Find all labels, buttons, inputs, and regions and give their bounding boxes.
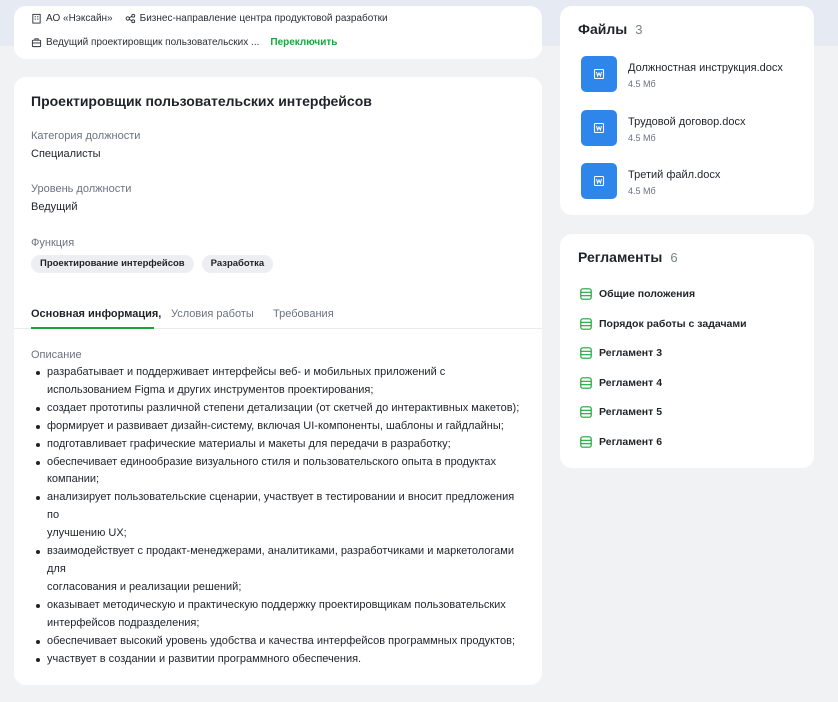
position-row: Ведущий проектировщик пользовательских .… xyxy=(31,37,337,48)
tab-main-info[interactable]: Основная информация, xyxy=(31,308,161,320)
regulation-label: Общие положения xyxy=(599,288,696,300)
regulation-item[interactable]: Порядок работы с задачами xyxy=(580,318,747,330)
description-line: улучшению UX; xyxy=(47,527,127,540)
description-line: компании; xyxy=(47,473,100,486)
description-line: согласования и реализации решений; xyxy=(47,580,242,593)
files-header: Файлы 3 xyxy=(578,21,642,37)
description-line: разрабатывает и поддерживает интерфейсы … xyxy=(47,366,446,378)
description-line: обеспечивает высокий уровень удобства и … xyxy=(47,634,515,647)
building-icon xyxy=(31,13,42,24)
file-name: Должностная инструкция.docx xyxy=(628,62,783,74)
regulation-list-icon xyxy=(580,376,592,389)
regulation-label: Регламент 3 xyxy=(599,347,663,360)
description-label: Описание xyxy=(31,349,82,361)
org-structure-card: АО «Нэксайн» Бизнес-направление центра п… xyxy=(14,6,542,59)
description-list: разрабатывает и поддерживает интерфейсы … xyxy=(32,364,532,668)
description-item: участвует в создании и развитии программ… xyxy=(32,651,532,669)
regulations-header: Регламенты 6 xyxy=(578,249,678,265)
regulation-item[interactable]: Регламент 6 xyxy=(580,436,662,448)
category-value: Специалисты xyxy=(31,148,101,160)
tab-work-conditions[interactable]: Условия работы xyxy=(171,308,254,320)
function-chip: Разработка xyxy=(201,255,274,273)
regulation-label: Регламент 6 xyxy=(599,436,663,448)
regulation-label: Регламент 4 xyxy=(599,376,663,389)
description-line: подготавливает графические материалы и м… xyxy=(47,437,451,450)
description-line: анализирует пользовательские сценарии, у… xyxy=(47,491,515,504)
description-line: формирует и развивает дизайн-систему, вк… xyxy=(47,419,504,432)
description-line: обеспечивает единообразие визуального ст… xyxy=(47,455,496,468)
file-name: Трудовой договор.docx xyxy=(628,116,746,128)
file-size: 4.5 Мб xyxy=(628,186,656,196)
regulation-item[interactable]: Регламент 3 xyxy=(580,347,662,359)
description-item: обеспечивает единообразие визуального ст… xyxy=(32,454,532,490)
regulation-list-icon xyxy=(580,347,592,359)
description-item: создает прототипы различной степени дета… xyxy=(32,400,532,418)
category-label: Категория должности xyxy=(31,130,141,142)
description-line: использованием Figma и других инструмент… xyxy=(47,383,374,396)
regulation-list-icon xyxy=(580,406,592,419)
level-label: Уровень должности xyxy=(31,183,132,195)
regulation-label: Регламент 5 xyxy=(599,406,663,419)
structure-icon xyxy=(125,13,136,24)
regulation-item[interactable]: Регламент 4 xyxy=(580,377,662,389)
switch-position-link[interactable]: Переключить xyxy=(270,37,337,48)
page-title: Проектировщик пользовательских интерфейс… xyxy=(31,93,372,109)
regulation-list-icon xyxy=(580,288,592,300)
docx-file-icon xyxy=(581,163,617,199)
level-value: Ведущий xyxy=(31,201,78,213)
description-item: взаимодействует с продакт-менеджерами, а… xyxy=(32,543,532,597)
file-name: Третий файл.docx xyxy=(628,169,721,181)
file-size: 4.5 Мб xyxy=(628,133,656,143)
description-item: обеспечивает высокий уровень удобства и … xyxy=(32,633,532,651)
description-line: взаимодействует с продакт-менеджерами, а… xyxy=(47,545,514,558)
tab-requirements[interactable]: Требования xyxy=(273,308,334,320)
description-item: формирует и развивает дизайн-систему, вк… xyxy=(32,418,532,436)
org-path-row: АО «Нэксайн» Бизнес-направление центра п… xyxy=(31,13,388,24)
regulation-list-icon xyxy=(580,317,592,330)
regulation-item[interactable]: Регламент 5 xyxy=(580,406,662,418)
docx-file-icon xyxy=(581,56,617,92)
regulation-label: Порядок работы с задачами xyxy=(599,317,747,330)
position-name: Ведущий проектировщик пользовательских .… xyxy=(46,37,260,48)
tab-bar: Основная информация, Условия работы Треб… xyxy=(14,303,542,329)
description-item: разрабатывает и поддерживает интерфейсы … xyxy=(32,364,532,400)
file-item[interactable]: Должностная инструкция.docx 4.5 Мб xyxy=(581,56,801,92)
file-size: 4.5 Мб xyxy=(628,79,656,89)
files-count: 3 xyxy=(635,22,643,37)
file-item[interactable]: Третий файл.docx 4.5 Мб xyxy=(581,163,801,199)
company-name: АО «Нэксайн» xyxy=(46,13,113,24)
files-title: Файлы xyxy=(578,21,628,37)
regulations-count: 6 xyxy=(670,250,678,265)
description-line: интерфейсов подразделения; xyxy=(47,616,200,629)
file-item[interactable]: Трудовой договор.docx 4.5 Мб xyxy=(581,110,801,146)
description-item: оказывает методическую и практическую по… xyxy=(32,597,532,633)
regulations-card: Регламенты 6 Общие положения Порядок рабо… xyxy=(560,234,814,468)
function-chip: Проектирование интерфейсов xyxy=(31,255,194,273)
division-name: Бизнес-направление центра продуктовой ра… xyxy=(139,13,388,24)
description-line: участвует в создании и развитии программ… xyxy=(47,652,362,665)
description-line: оказывает методическую и практическую по… xyxy=(47,598,506,611)
files-card: Файлы 3 Должностная инструкция.docx 4.5 М… xyxy=(560,6,814,215)
regulation-item[interactable]: Общие положения xyxy=(580,288,695,300)
docx-file-icon xyxy=(581,110,617,146)
regulation-list-icon xyxy=(580,436,592,448)
function-label: Функция xyxy=(31,237,75,249)
active-tab-indicator xyxy=(31,327,154,329)
description-line: создает прототипы различной степени дета… xyxy=(47,401,520,414)
briefcase-icon xyxy=(31,37,42,48)
description-line: для xyxy=(47,562,66,575)
description-item: анализирует пользовательские сценарии, у… xyxy=(32,489,532,543)
description-line: по xyxy=(47,509,60,522)
function-chips: Проектирование интерфейсов Разработка xyxy=(31,255,274,273)
description-item: подготавливает графические материалы и м… xyxy=(32,436,532,454)
regulations-title: Регламенты xyxy=(578,249,663,265)
position-details-card: Проектировщик пользовательских интерфейс… xyxy=(14,77,542,685)
